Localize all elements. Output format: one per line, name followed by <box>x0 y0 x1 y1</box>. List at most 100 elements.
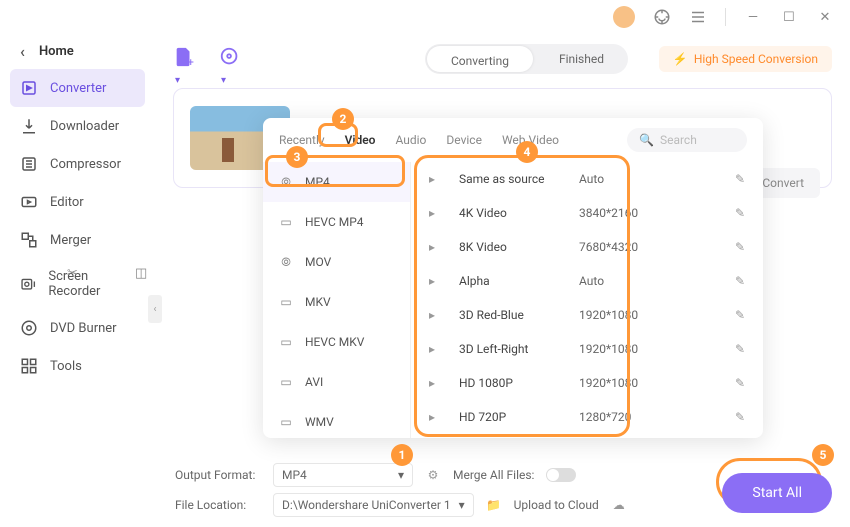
edit-preset-icon[interactable]: ✎ <box>735 172 745 186</box>
sidebar-item-converter[interactable]: Converter <box>10 69 145 107</box>
format-hevcmkv[interactable]: ▭HEVC MKV <box>263 322 410 362</box>
add-dvd-button[interactable]: ▾ <box>219 46 245 72</box>
svg-text:+: + <box>188 56 194 68</box>
support-icon[interactable] <box>653 8 671 26</box>
format-mp4[interactable]: ⦾MP4 <box>263 162 410 202</box>
format-list: ⦾MP4 ▭HEVC MP4 ⦾MOV ▭MKV ▭HEVC MKV ▭AVI … <box>263 162 411 438</box>
burn-icon <box>20 319 38 337</box>
sidebar-item-label: Tools <box>50 359 82 374</box>
preset-icon: ▸ <box>429 240 449 254</box>
preset-name: 3D Left-Right <box>459 342 579 356</box>
preset-row[interactable]: ▸HD 720P1280*720✎ <box>411 400 763 434</box>
compress-icon <box>20 155 38 173</box>
converter-icon <box>20 79 38 97</box>
preset-icon: ▸ <box>429 410 449 424</box>
sidebar-item-label: Compressor <box>50 157 121 172</box>
download-icon <box>20 117 38 135</box>
menu-icon[interactable] <box>689 8 707 26</box>
edit-preset-icon[interactable]: ✎ <box>735 376 745 390</box>
preset-res: Auto <box>579 172 669 186</box>
cloud-icon[interactable]: ☁ <box>611 497 627 513</box>
preset-name: 3D Red-Blue <box>459 308 579 322</box>
format-icon: ⦾ <box>277 253 295 271</box>
sidebar-item-tools[interactable]: Tools <box>10 347 145 385</box>
format-label: MOV <box>305 255 331 269</box>
preset-icon: ▸ <box>429 274 449 288</box>
minimize-button[interactable]: — <box>744 8 762 26</box>
preset-row[interactable]: ▸HD 1080P1920*1080✎ <box>411 366 763 400</box>
tab-finished[interactable]: Finished <box>535 44 628 74</box>
preset-name: HD 720P <box>459 410 579 424</box>
file-location-value: D:\Wondershare UniConverter 1 <box>282 498 451 512</box>
edit-preset-icon[interactable]: ✎ <box>735 274 745 288</box>
edit-preset-icon[interactable]: ✎ <box>735 342 745 356</box>
separator <box>725 8 726 26</box>
crop-icon[interactable]: ◫ <box>135 266 155 286</box>
badge-4: 4 <box>516 141 538 163</box>
preset-row[interactable]: ▸AlphaAuto✎ <box>411 264 763 298</box>
badge-5: 5 <box>812 444 834 466</box>
folder-icon[interactable]: 📁 <box>486 497 502 513</box>
upload-label: Upload to Cloud <box>514 498 599 512</box>
tab-audio[interactable]: Audio <box>395 129 426 151</box>
preset-icon: ▸ <box>429 206 449 220</box>
format-icon: ▭ <box>277 333 295 351</box>
maximize-button[interactable]: ☐ <box>780 8 798 26</box>
tab-device[interactable]: Device <box>446 129 482 151</box>
preset-res: 1920*1080 <box>579 376 669 390</box>
format-icon: ▭ <box>277 413 295 431</box>
preset-row[interactable]: ▸ 3D Red-Blue1920*1080 ✎ <box>411 298 763 332</box>
format-mov[interactable]: ⦾ MOV <box>263 242 410 282</box>
preset-row[interactable]: ▸8K Video7680*4320✎ <box>411 230 763 264</box>
bolt-icon: ⚡ <box>673 52 688 66</box>
preset-name: 4K Video <box>459 206 579 220</box>
close-button[interactable]: ✕ <box>816 8 834 26</box>
tools-icon <box>20 357 38 375</box>
home-label: Home <box>39 44 74 59</box>
badge-2: 2 <box>332 108 354 130</box>
trim-icon[interactable]: ✂ <box>67 266 87 286</box>
back-icon: ‹ <box>20 42 25 61</box>
format-hevcmp4[interactable]: ▭HEVC MP4 <box>263 202 410 242</box>
home-nav[interactable]: ‹ Home <box>10 34 145 69</box>
avatar[interactable] <box>613 6 635 28</box>
badge-1: 1 <box>391 444 413 466</box>
high-speed-button[interactable]: ⚡ High Speed Conversion <box>659 46 832 72</box>
merge-toggle[interactable] <box>546 468 576 482</box>
search-input[interactable]: 🔍 Search <box>627 128 747 152</box>
edit-preset-icon[interactable]: ✎ <box>735 308 745 322</box>
sidebar-item-compressor[interactable]: Compressor <box>10 145 145 183</box>
preset-row[interactable]: ▸3D Left-Right1920*1080✎ <box>411 332 763 366</box>
preset-name: Same as source <box>459 172 579 186</box>
sidebar-item-label: DVD Burner <box>50 321 117 336</box>
format-mkv[interactable]: ▭MKV <box>263 282 410 322</box>
preset-res: 1920*1080 <box>579 308 669 322</box>
tab-converting[interactable]: Converting <box>427 46 533 72</box>
edit-preset-icon[interactable]: ✎ <box>735 240 745 254</box>
output-value: MP4 <box>282 468 390 482</box>
output-format-select[interactable]: MP4▾ <box>273 463 413 487</box>
start-all-button[interactable]: Start All <box>722 473 832 513</box>
preset-row[interactable]: ▸ Same as sourceAuto ✎ <box>411 162 763 196</box>
edit-preset-icon[interactable]: ✎ <box>735 410 745 424</box>
file-location-select[interactable]: D:\Wondershare UniConverter 1▾ <box>273 493 474 517</box>
format-label: WMV <box>305 415 334 429</box>
format-panel: Recently Video Audio Device Web Video 🔍 … <box>263 118 763 438</box>
merge-label: Merge All Files: <box>453 468 534 482</box>
format-label: HEVC MP4 <box>305 215 364 229</box>
sidebar-item-burner[interactable]: DVD Burner <box>10 309 145 347</box>
add-file-button[interactable]: +▾ <box>173 46 199 72</box>
format-icon: ▭ <box>277 373 295 391</box>
search-placeholder: Search <box>660 133 697 147</box>
high-speed-label: High Speed Conversion <box>694 52 818 66</box>
format-avi[interactable]: ▭AVI <box>263 362 410 402</box>
preset-row[interactable]: ▸4K Video3840*2160✎ <box>411 196 763 230</box>
settings-icon[interactable]: ⚙ <box>425 467 441 483</box>
sidebar-item-downloader[interactable]: Downloader <box>10 107 145 145</box>
tab-video[interactable]: Video <box>345 129 376 151</box>
preset-icon: ▸ <box>429 308 449 322</box>
preset-icon: ▸ <box>429 172 449 186</box>
edit-preset-icon[interactable]: ✎ <box>735 206 745 220</box>
format-wmv[interactable]: ▭ WMV <box>263 402 410 438</box>
merge-icon <box>20 231 38 249</box>
